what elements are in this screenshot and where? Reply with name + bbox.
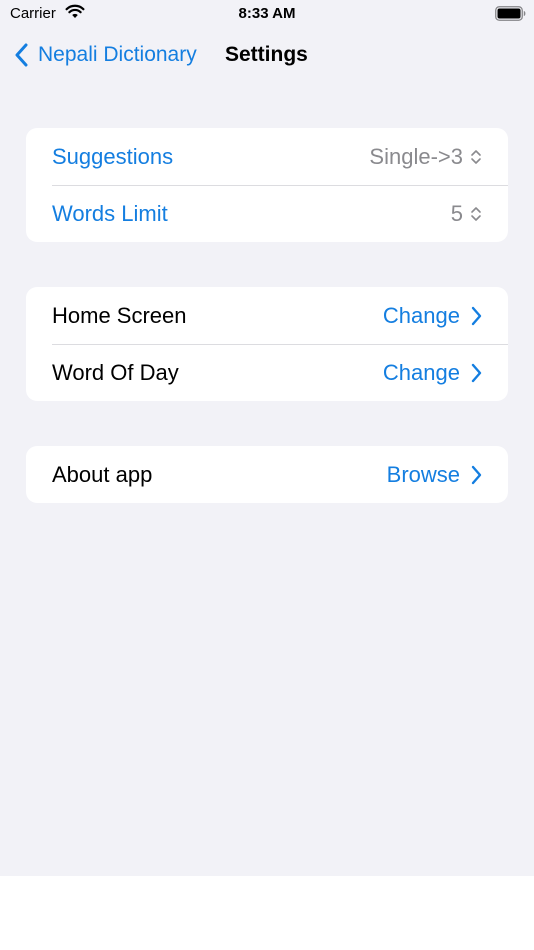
suggestions-row[interactable]: Suggestions Single->3 — [26, 128, 508, 185]
word-of-day-row[interactable]: Word Of Day Change — [26, 344, 508, 401]
status-bar: Carrier 8:33 AM — [0, 0, 534, 28]
clock-time: 8:33 AM — [238, 5, 296, 22]
chevron-right-icon — [471, 465, 482, 484]
chevron-left-icon — [15, 43, 28, 67]
settings-screen: Carrier 8:33 AM Nepali Dictionary Settin… — [0, 0, 534, 876]
updown-icon — [471, 149, 481, 164]
settings-group-about: About app Browse — [26, 446, 508, 503]
battery-icon — [495, 6, 526, 21]
word-of-day-value: Change — [382, 359, 460, 385]
navigation-bar: Nepali Dictionary Settings — [0, 30, 534, 80]
word-of-day-label: Word Of Day — [52, 359, 179, 385]
words-limit-value: 5 — [450, 200, 463, 226]
back-button[interactable]: Nepali Dictionary — [14, 40, 197, 70]
chevron-right-icon — [471, 363, 482, 382]
about-app-value: Browse — [386, 461, 460, 487]
suggestions-value: Single->3 — [369, 143, 463, 169]
home-screen-row[interactable]: Home Screen Change — [26, 287, 508, 344]
words-limit-row[interactable]: Words Limit 5 — [26, 185, 508, 242]
word-of-day-change-button[interactable]: Change — [383, 360, 482, 386]
settings-group-search: Suggestions Single->3 Words Limit 5 — [26, 128, 508, 242]
suggestions-label: Suggestions — [52, 143, 174, 169]
suggestions-picker[interactable]: Single->3 — [369, 144, 482, 170]
chevron-right-icon — [471, 306, 482, 325]
back-button-label: Nepali Dictionary — [38, 43, 197, 66]
home-screen-value: Change — [382, 302, 460, 328]
about-app-label: About app — [52, 461, 153, 487]
page-title: Settings — [225, 43, 308, 66]
settings-group-display: Home Screen Change Word Of Day Change — [26, 287, 508, 401]
home-screen-change-button[interactable]: Change — [383, 303, 482, 329]
words-limit-label: Words Limit — [52, 200, 168, 226]
about-app-row[interactable]: About app Browse — [26, 446, 508, 503]
about-app-browse-button[interactable]: Browse — [387, 462, 482, 488]
home-screen-label: Home Screen — [52, 302, 187, 328]
updown-icon — [471, 206, 481, 221]
words-limit-picker[interactable]: 5 — [451, 201, 482, 227]
